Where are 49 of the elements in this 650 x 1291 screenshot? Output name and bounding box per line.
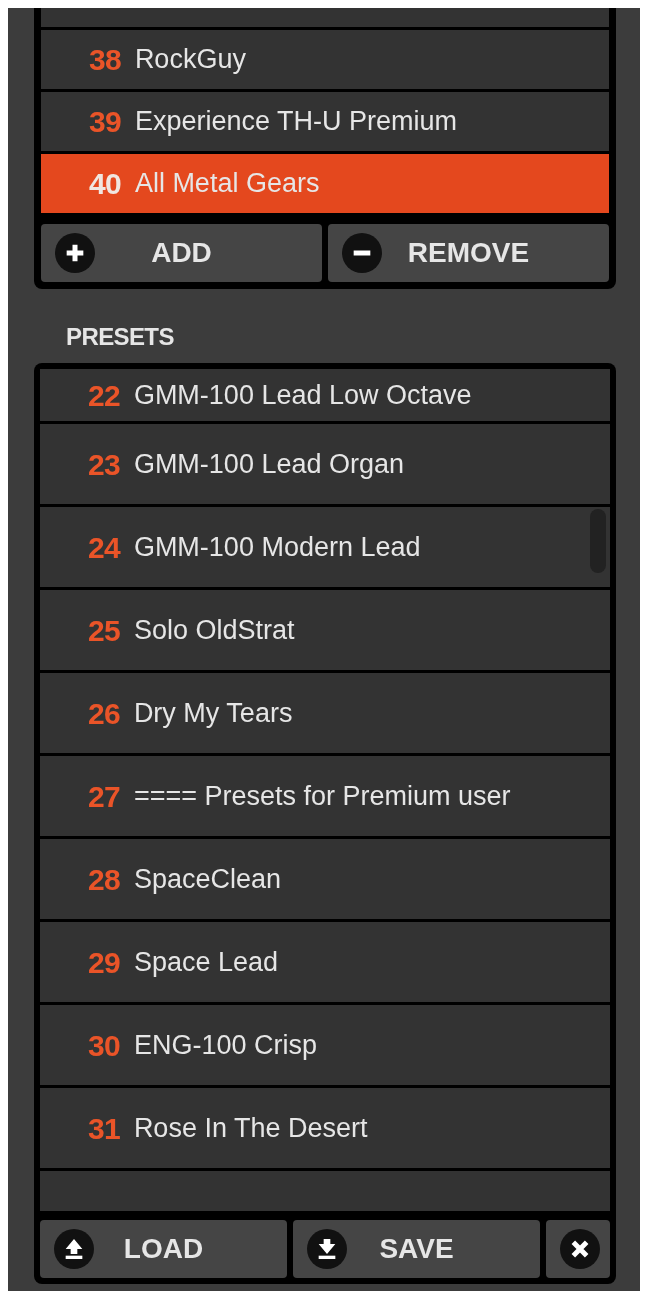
item-name: GMM-100 Modern Lead	[133, 530, 421, 564]
item-name: SpaceClean	[133, 862, 281, 896]
item-number: 30	[88, 1027, 120, 1064]
item-number: 29	[88, 944, 120, 981]
upload-icon	[54, 1229, 94, 1269]
list-item[interactable]: 24 GMM-100 Modern Lead	[40, 507, 610, 587]
list-item[interactable]: 31 Rose In The Desert	[40, 1088, 610, 1168]
item-number: 27	[88, 778, 120, 815]
item-number: 26	[88, 695, 120, 732]
item-number: 24	[88, 529, 120, 566]
item-name: Dry My Tears	[133, 696, 293, 730]
item-number: 25	[88, 612, 120, 649]
list-item[interactable]: 28 SpaceClean	[40, 839, 610, 919]
item-name: ENG-100 Crisp	[133, 1028, 317, 1062]
download-icon	[307, 1229, 347, 1269]
section-title: PRESETS	[66, 322, 175, 352]
item-name: RockGuy	[134, 43, 246, 77]
remove-button[interactable]: REMOVE	[328, 224, 609, 282]
list-item[interactable]: 39 Experience TH-U Premium	[41, 92, 609, 151]
close-icon	[560, 1229, 600, 1269]
list-item[interactable]: 38 RockGuy	[41, 30, 609, 89]
item-name: All Metal Gears	[134, 167, 320, 201]
item-name: GMM-100 Lead Low Octave	[133, 378, 472, 412]
list-item[interactable]: 30 ENG-100 Crisp	[40, 1005, 610, 1085]
item-number: 28	[88, 861, 120, 898]
item-name: Solo OldStrat	[133, 613, 295, 647]
item-name: Experience TH-U Premium	[134, 105, 457, 139]
plus-icon	[55, 233, 95, 273]
item-name: ==== Presets for Premium user	[133, 779, 511, 813]
list-item[interactable]: 22 GMM-100 Lead Low Octave	[40, 369, 610, 421]
item-name: Rose In The Desert	[133, 1111, 368, 1145]
list-item[interactable]: 23 GMM-100 Lead Organ	[40, 424, 610, 504]
item-name: Space Lead	[133, 945, 278, 979]
add-button[interactable]: ADD	[41, 224, 322, 282]
load-button[interactable]: LOAD	[40, 1220, 287, 1278]
list-item[interactable]: 29 Space Lead	[40, 922, 610, 1002]
list-item[interactable]: 27 ==== Presets for Premium user	[40, 756, 610, 836]
item-number: 22	[88, 377, 120, 414]
list-item[interactable]: 26 Dry My Tears	[40, 673, 610, 753]
list-item[interactable]: 25 Solo OldStrat	[40, 590, 610, 670]
item-number: 38	[89, 42, 121, 78]
item-number: 39	[89, 104, 121, 140]
item-number: 40	[89, 166, 121, 202]
minus-icon	[342, 233, 382, 273]
item-name: GMM-100 Lead Organ	[133, 447, 404, 481]
item-number: 23	[88, 446, 120, 483]
save-button[interactable]: SAVE	[293, 1220, 540, 1278]
item-number: 31	[88, 1110, 120, 1147]
close-button[interactable]	[546, 1220, 610, 1278]
